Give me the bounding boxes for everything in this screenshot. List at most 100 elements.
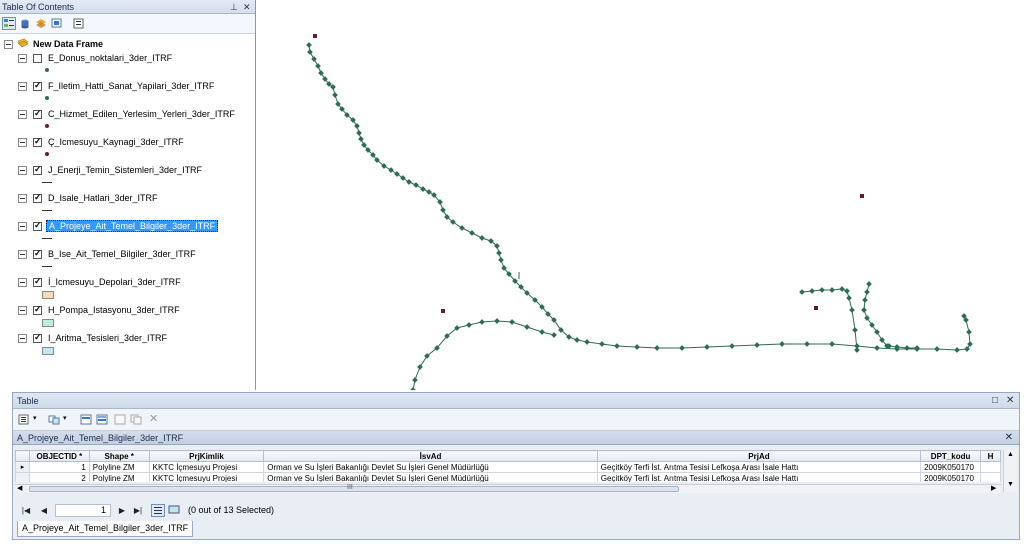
- point-feature[interactable]: [313, 34, 317, 38]
- collapse-icon[interactable]: [18, 305, 27, 315]
- collapse-icon[interactable]: [18, 137, 27, 147]
- table-cell[interactable]: Orman ve Su İşleri Bakanlığı Devlet Su İ…: [263, 461, 598, 473]
- table-cell[interactable]: Orman ve Su İşleri Bakanlığı Devlet Su İ…: [263, 472, 598, 482]
- column-header[interactable]: DPT_kodu: [920, 450, 982, 462]
- table-cell[interactable]: 2009K050170: [920, 461, 982, 473]
- point-feature[interactable]: [441, 309, 445, 313]
- column-header[interactable]: İsvAd: [263, 450, 598, 462]
- column-header[interactable]: Shape *: [88, 450, 150, 462]
- horizontal-scrollbar[interactable]: ◀ III ▶: [15, 484, 1001, 493]
- layer-visibility-checkbox[interactable]: [33, 53, 42, 63]
- table-cell[interactable]: [980, 461, 1001, 473]
- select-by-attributes-icon[interactable]: [79, 413, 93, 426]
- layer-label[interactable]: I_Aritma_Tesisleri_3der_ITRF: [46, 333, 169, 343]
- layer-label[interactable]: İ_Icmesuyu_Depolari_3der_ITRF: [46, 277, 183, 287]
- table-cell[interactable]: Geçitköy Terfi İst. Arıtma Tesisi Lefkoş…: [596, 461, 922, 473]
- layer-row[interactable]: B_Ise_Ait_Temel_Bilgiler_3der_ITRF: [18, 248, 198, 260]
- layer-row[interactable]: Ç_Icmesuyu_Kaynagi_3der_ITRF: [18, 136, 186, 148]
- related-tables-icon[interactable]: [47, 413, 61, 426]
- previous-record-icon[interactable]: ◀: [37, 506, 51, 515]
- current-record-field[interactable]: 1: [55, 503, 111, 517]
- list-by-selection-icon[interactable]: [50, 17, 64, 30]
- first-record-icon[interactable]: |◀: [19, 506, 33, 515]
- last-record-icon[interactable]: ▶|: [131, 506, 145, 515]
- maximize-icon[interactable]: □: [992, 393, 998, 409]
- collapse-icon[interactable]: [18, 333, 27, 343]
- point-feature[interactable]: [860, 194, 864, 198]
- list-by-source-icon[interactable]: [18, 17, 32, 30]
- switch-selection-icon[interactable]: [95, 413, 109, 426]
- layer-visibility-checkbox[interactable]: [33, 276, 42, 287]
- data-frame-row[interactable]: New Data Frame: [4, 38, 103, 50]
- layer-visibility-checkbox[interactable]: [33, 220, 42, 231]
- collapse-icon[interactable]: [18, 277, 27, 287]
- layer-row[interactable]: F_Iletim_Hatti_Sanat_Yapilari_3der_ITRF: [18, 80, 216, 92]
- layer-label[interactable]: B_Ise_Ait_Temel_Bilgiler_3der_ITRF: [46, 249, 198, 259]
- table-row[interactable]: ▸ 1 Polyline ZM KKTC İçmesuyu Projesi Orman …: [15, 461, 1001, 473]
- dropdown-arrow-icon[interactable]: ▾: [63, 414, 67, 422]
- table-cell[interactable]: Polyline ZM: [88, 472, 150, 482]
- copy-selected-icon[interactable]: [129, 413, 143, 426]
- layer-label[interactable]: F_Iletim_Hatti_Sanat_Yapilari_3der_ITRF: [46, 81, 216, 91]
- next-record-icon[interactable]: ▶: [115, 506, 129, 515]
- layer-row[interactable]: C_Hizmet_Edilen_Yerlesim_Yerleri_3der_IT…: [18, 108, 237, 120]
- vertical-scrollbar[interactable]: ▲ ▼: [1003, 450, 1017, 492]
- show-all-records-icon[interactable]: [151, 503, 165, 517]
- layer-row[interactable]: A_Projeye_Ait_Temel_Bilgiler_3der_ITRF: [18, 220, 219, 232]
- collapse-icon[interactable]: [18, 193, 27, 203]
- collapse-icon[interactable]: [4, 39, 13, 49]
- list-by-visibility-icon[interactable]: [34, 17, 48, 30]
- clear-selection-icon[interactable]: [113, 413, 127, 426]
- show-selected-records-icon[interactable]: [168, 504, 182, 517]
- layer-visibility-checkbox[interactable]: [33, 80, 42, 91]
- layer-row[interactable]: J_Enerji_Temin_Sistemleri_3der_ITRF: [18, 164, 204, 176]
- table-cell[interactable]: 1: [28, 461, 90, 473]
- pin-icon[interactable]: ⊥: [230, 0, 238, 14]
- table-cell[interactable]: 2009K050170: [920, 472, 982, 482]
- layer-label[interactable]: H_Pompa_Istasyonu_3der_ITRF: [46, 305, 182, 315]
- scroll-right-icon[interactable]: ▶: [991, 484, 996, 492]
- table-cell[interactable]: KKTC İçmesuyu Projesi: [148, 472, 265, 482]
- scroll-down-icon[interactable]: ▼: [1007, 481, 1014, 488]
- table-cell[interactable]: Polyline ZM: [88, 461, 150, 473]
- collapse-icon[interactable]: [18, 81, 27, 91]
- scroll-left-icon[interactable]: ◀: [17, 484, 22, 492]
- collapse-icon[interactable]: [18, 221, 27, 231]
- column-header[interactable]: H: [980, 450, 1001, 462]
- column-header[interactable]: PrjKimlik: [148, 450, 265, 462]
- layer-row[interactable]: H_Pompa_Istasyonu_3der_ITRF: [18, 304, 182, 316]
- row-selector[interactable]: ▸: [15, 461, 30, 473]
- table-cell[interactable]: [980, 472, 1001, 482]
- layer-visibility-checkbox[interactable]: [33, 136, 42, 147]
- layer-row[interactable]: E_Donus_noktalari_3der_ITRF: [18, 52, 174, 64]
- layer-visibility-checkbox[interactable]: [33, 248, 42, 259]
- layer-visibility-checkbox[interactable]: [33, 332, 42, 343]
- layer-visibility-checkbox[interactable]: [33, 192, 42, 203]
- dropdown-arrow-icon[interactable]: ▾: [33, 414, 37, 422]
- layer-label[interactable]: C_Hizmet_Edilen_Yerlesim_Yerleri_3der_IT…: [46, 109, 237, 119]
- layer-visibility-checkbox[interactable]: [33, 164, 42, 175]
- layer-row[interactable]: D_Isale_Hatlari_3der_ITRF: [18, 192, 160, 204]
- collapse-icon[interactable]: [18, 249, 27, 259]
- layer-label[interactable]: A_Projeye_Ait_Temel_Bilgiler_3der_ITRF: [46, 220, 219, 232]
- layer-label[interactable]: D_Isale_Hatlari_3der_ITRF: [46, 193, 160, 203]
- layer-label[interactable]: E_Donus_noktalari_3der_ITRF: [46, 53, 174, 63]
- layer-visibility-checkbox[interactable]: [33, 304, 42, 315]
- collapse-icon[interactable]: [18, 165, 27, 175]
- scroll-up-icon[interactable]: ▲: [1007, 451, 1014, 458]
- close-icon[interactable]: ✕: [1006, 393, 1014, 409]
- options-icon[interactable]: [72, 17, 86, 30]
- point-feature[interactable]: [814, 306, 818, 310]
- column-header[interactable]: PrjAd: [596, 450, 922, 462]
- table-tab[interactable]: A_Projeye_Ait_Temel_Bilgiler_3der_ITRF: [17, 521, 194, 537]
- layer-row[interactable]: İ_Icmesuyu_Depolari_3der_ITRF: [18, 276, 183, 288]
- table-cell[interactable]: Geçitköy Terfi İst. Arıtma Tesisi Lefkoş…: [596, 472, 922, 482]
- list-by-drawing-order-icon[interactable]: [2, 17, 16, 30]
- delete-selected-icon[interactable]: ✕: [149, 412, 158, 425]
- table-cell[interactable]: 2: [28, 472, 90, 482]
- layer-visibility-checkbox[interactable]: [33, 108, 42, 119]
- table-options-icon[interactable]: [17, 413, 31, 426]
- layer-label[interactable]: J_Enerji_Temin_Sistemleri_3der_ITRF: [46, 165, 204, 175]
- table-row[interactable]: 2 Polyline ZM KKTC İçmesuyu Projesi Orman v…: [15, 472, 1001, 482]
- table-cell[interactable]: KKTC İçmesuyu Projesi: [148, 461, 265, 473]
